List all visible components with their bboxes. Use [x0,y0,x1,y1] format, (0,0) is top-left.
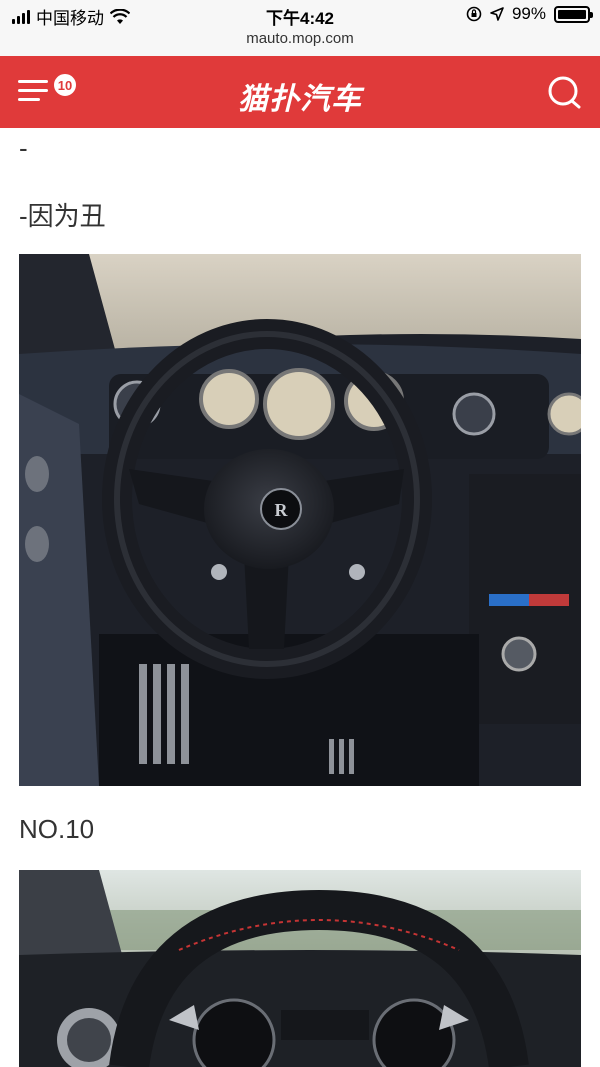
article-text-caption: -因为丑 [19,201,106,231]
search-icon [548,76,581,109]
battery-percent: 99% [511,4,546,23]
lock-rotation-icon [466,6,482,22]
site-logo[interactable]: 猫扑汽车 [0,74,600,118]
battery-icon [554,5,593,23]
status-bar: 中国移动 下午4:42 99% mauto.mop.com [0,0,600,56]
search-button[interactable] [546,74,582,110]
section-title: NO.10 [19,814,95,844]
article-image-steering-wheel-1: R [19,254,581,786]
article-image-steering-wheel-2 [19,870,581,1067]
url-bar[interactable]: mauto.mop.com [0,30,600,47]
svg-text:R: R [275,500,289,520]
location-icon [490,7,504,21]
article-text-dash: - [19,133,28,163]
site-header: 10 猫扑汽车 [0,56,600,128]
